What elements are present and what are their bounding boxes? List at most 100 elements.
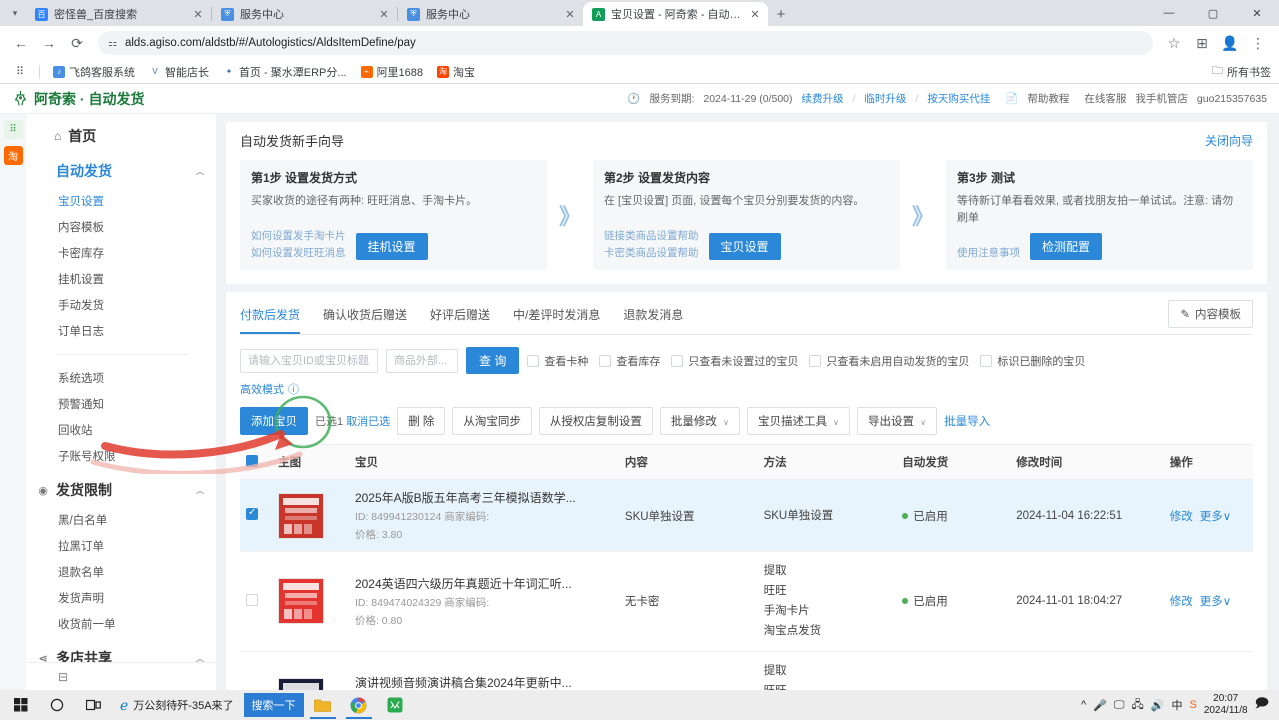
chrome-icon[interactable] [342,691,376,719]
item-title[interactable]: 演讲视频音频演讲稿合集2024年更新中... [355,674,613,690]
network-icon[interactable]: 🖧 [1132,696,1144,715]
checkbox-box[interactable] [809,355,821,367]
tab-确认收货后赠送[interactable]: 确认收货后赠送 [323,298,407,334]
question-icon[interactable]: ⓘ [288,381,299,397]
close-tab-icon[interactable]: ✕ [563,7,577,21]
sidebar-item-预警通知[interactable]: 预警通知 [58,391,124,417]
sidebar-item-宝贝设置[interactable]: 宝贝设置 [58,188,124,214]
notification-icon[interactable]: 🗩 [1255,694,1269,716]
select-all-checkbox[interactable] [246,455,258,467]
taskbar-clock[interactable]: 20:07 2024/11/8 [1204,693,1248,718]
minimize-button[interactable]: — [1147,0,1191,26]
outer-code-input[interactable] [386,349,458,373]
item-thumbnail[interactable] [278,578,324,624]
wizard-help-link[interactable]: 如何设置发旺旺消息 [251,245,346,260]
checkbox-box[interactable] [527,355,539,367]
more-link[interactable]: 更多∨ [1200,508,1231,524]
browser-tab[interactable]: 百密怪兽_百度搜索✕ [26,2,211,26]
search-button[interactable] [40,691,74,719]
task-view-button[interactable] [76,691,110,719]
checkbox-box[interactable] [599,355,611,367]
chevron-up-icon[interactable]: ︿ [196,166,204,177]
select-all-cell[interactable] [240,445,272,480]
content-template-button[interactable]: ✎ 内容模板 [1168,300,1253,328]
forward-icon[interactable]: → [36,30,62,56]
wizard-help-link[interactable]: 如何设置发手淘卡片 [251,228,346,243]
table-row[interactable]: 2025年A版B版五年高考三年模拟语数学...ID: 849941230124 … [240,480,1253,552]
all-bookmarks-button[interactable]: 🗀 所有书签 [1212,62,1271,81]
apps-grid-icon[interactable]: ⠿ [4,120,23,139]
chevron-up-icon[interactable]: ︿ [196,485,204,496]
delete-button[interactable]: 删 除 [397,407,445,435]
wizard-help-link[interactable]: 卡密类商品设置帮助 [604,245,699,260]
wechat-work-icon[interactable] [378,691,412,719]
copy-settings-button[interactable]: 从授权店复制设置 [539,407,653,435]
checkbox-box[interactable] [671,355,683,367]
sidebar-item-卡密库存[interactable]: 卡密库存 [58,240,124,266]
sidebar-item-home[interactable]: ⌂ 首页 [26,122,216,156]
sidebar-item-发货声明[interactable]: 发货声明 [58,585,124,611]
item-title[interactable]: 2025年A版B版五年高考三年模拟语数学... [355,489,613,506]
screen-share-icon[interactable]: 🖵 [1114,699,1125,712]
tab-中/差评时发消息[interactable]: 中/差评时发消息 [513,298,600,334]
edge-news-button[interactable]: ℯ 万公刻待歼-35A来了 [112,691,242,719]
sidebar-item-订单日志[interactable]: 订单日志 [58,318,124,344]
sidebar-collapse-button[interactable]: ⊟ [26,662,216,690]
sidebar-item-退款名单[interactable]: 退款名单 [58,559,124,585]
batch-edit-button[interactable]: 批量修改 ∨ [660,407,740,435]
more-link[interactable]: 更多∨ [1200,593,1231,609]
site-info-icon[interactable]: ⚏ [108,38,117,49]
apps-shortcut[interactable]: ⠿ [8,64,32,80]
sidebar-group-header[interactable]: 自动发货︿ [26,156,216,186]
filter-checkbox[interactable]: 查看卡种 [527,353,588,369]
desc-tool-button[interactable]: 宝贝描述工具 ∨ [747,407,850,435]
volume-icon[interactable]: 🔊 [1151,699,1165,712]
checkbox-box[interactable] [980,355,992,367]
reload-icon[interactable]: ⟳ [64,30,90,56]
table-row[interactable]: 演讲视频音频演讲稿合集2024年更新中...ID: 849476320738 商… [240,651,1253,690]
close-tab-icon[interactable]: ✕ [748,7,762,21]
sidebar-item-手动发货[interactable]: 手动发货 [58,292,124,318]
table-row[interactable]: 2024英语四六级历年真题近十年词汇听...ID: 849474024329 商… [240,552,1253,652]
bookmark-item[interactable]: ⌁阿里1688 [355,62,429,82]
filter-checkbox[interactable]: 标识已删除的宝贝 [980,353,1085,369]
app-logo[interactable]: 阿奇索 · 自动发货 [12,89,144,109]
profile-icon[interactable]: 👤 [1217,30,1243,56]
sidebar-item-回收站[interactable]: 回收站 [58,417,124,443]
wizard-step-button[interactable]: 挂机设置 [356,233,428,260]
sidebar-item-挂机设置[interactable]: 挂机设置 [58,266,124,292]
tab-search-icon[interactable]: ▾ [4,0,26,26]
filter-checkbox[interactable]: 查看库存 [599,353,660,369]
mobile-shop-link[interactable]: 我手机管店 [1135,91,1188,106]
row-checkbox[interactable] [246,594,258,606]
sidebar-group-header[interactable]: ◉发货限制︿ [26,475,216,505]
edit-link[interactable]: 修改 [1170,508,1193,524]
batch-import-link[interactable]: 批量导入 [944,413,990,429]
sidebar-item-子账号权限[interactable]: 子账号权限 [58,443,124,469]
export-settings-button[interactable]: 导出设置 ∨ [857,407,937,435]
windows-start-button[interactable] [4,691,38,719]
sidebar-item-拉黑订单[interactable]: 拉黑订单 [58,533,124,559]
close-wizard-link[interactable]: 关闭向导 [1205,132,1253,149]
row-checkbox-cell[interactable] [240,552,272,652]
row-checkbox[interactable] [246,508,258,520]
sidebar-item-内容模板[interactable]: 内容模板 [58,214,124,240]
bookmark-item[interactable]: V智能店长 [143,62,215,82]
address-bar[interactable]: ⚏ alds.agiso.com/aldstb/#/Autologistics/… [98,31,1153,55]
help-tutorial-link[interactable]: 帮助教程 [1027,91,1069,106]
tab-退款发消息[interactable]: 退款发消息 [623,298,683,334]
bookmark-star-icon[interactable]: ☆ [1161,30,1187,56]
filter-checkbox[interactable]: 只查看未设置过的宝贝 [671,353,798,369]
filter-checkbox[interactable]: 只查看未启用自动发货的宝贝 [809,353,969,369]
item-title[interactable]: 2024英语四六级历年真题近十年词汇听... [355,575,613,592]
sogou-icon[interactable]: S [1189,699,1196,711]
browser-tab[interactable]: ⛨服务中心✕ [398,2,583,26]
close-tab-icon[interactable]: ✕ [191,7,205,21]
item-thumbnail[interactable] [278,678,324,690]
ime-icon[interactable]: 中 [1171,697,1182,713]
search-pill-button[interactable]: 搜索一下 [244,693,304,717]
maximize-button[interactable]: ▢ [1191,0,1235,26]
online-support-link[interactable]: 在线客服 [1084,91,1126,106]
bookmark-item[interactable]: ♪飞鸽客服系统 [47,62,141,82]
sidebar-group-header[interactable]: ⋖多店共享︿ [26,643,216,662]
